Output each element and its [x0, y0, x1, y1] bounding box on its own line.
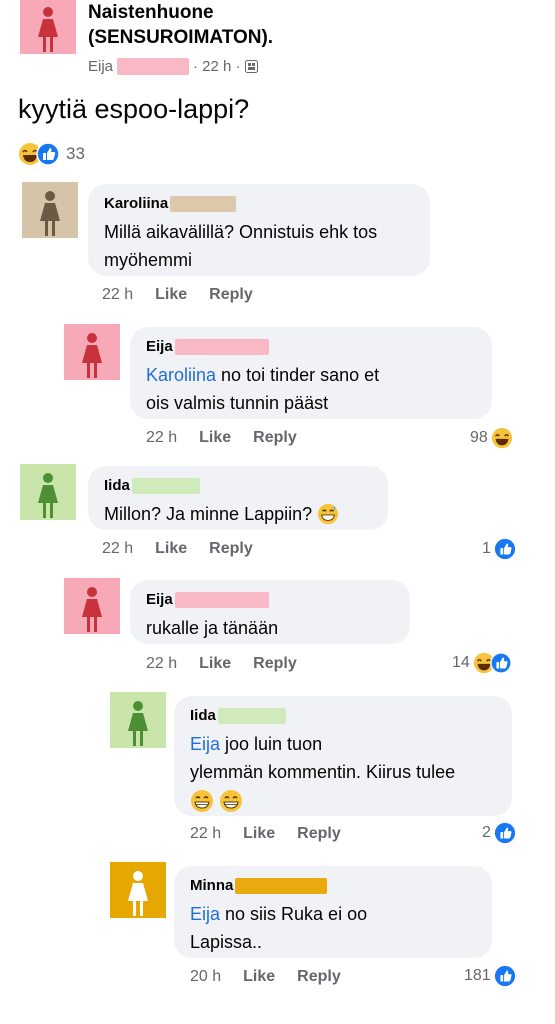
female-figure-icon [38, 473, 58, 518]
like-thumb-icon [494, 965, 515, 987]
comment-bubble[interactable]: Minna Eija no siis Ruka ei oo Lapissa.. [174, 866, 492, 958]
comment-time[interactable]: 22 h [102, 540, 133, 558]
like-button[interactable]: Like [155, 286, 187, 304]
commenter-avatar[interactable] [22, 182, 78, 238]
reply-button[interactable]: Reply [253, 655, 297, 673]
comment-actions: 20 h Like Reply [190, 968, 363, 986]
redacted-surname [174, 592, 269, 608]
female-figure-icon [40, 191, 60, 236]
comment-reactions[interactable]: 14 [452, 652, 512, 674]
comment-time[interactable]: 22 h [190, 825, 221, 843]
comment-text: Millon? Ja minne Lappiin? [104, 500, 372, 528]
comment-bubble[interactable]: Eija Karoliina no toi tinder sano et ois … [130, 327, 492, 419]
comment-author[interactable]: Karoliina [104, 194, 168, 214]
mention-link[interactable]: Karoliina [146, 365, 216, 385]
female-figure-icon [38, 7, 58, 52]
mention-link[interactable]: Eija [190, 904, 220, 924]
comment-author[interactable]: Iida [190, 706, 216, 726]
comment-time[interactable]: 20 h [190, 968, 221, 986]
post-text: kyytiä espoo-lappi? [18, 94, 250, 124]
redacted-surname [117, 58, 190, 75]
redacted-surname [170, 196, 237, 212]
comment-author[interactable]: Eija [146, 590, 173, 610]
comment-actions: 22 h Like Reply [190, 825, 363, 843]
like-button[interactable]: Like [155, 540, 187, 558]
comment-bubble[interactable]: Iida Millon? Ja minne Lappiin? [88, 466, 388, 530]
comment-time[interactable]: 22 h [146, 429, 177, 447]
reply-button[interactable]: Reply [253, 429, 297, 447]
like-thumb-icon [36, 142, 60, 166]
redacted-surname [217, 708, 286, 724]
reaction-count: 98 [470, 429, 488, 446]
post-author[interactable]: Eija [88, 58, 113, 75]
post-reaction-count: 33 [66, 144, 85, 163]
like-button[interactable]: Like [243, 825, 275, 843]
like-button[interactable]: Like [199, 655, 231, 673]
reply-button[interactable]: Reply [209, 286, 253, 304]
comment-reactions[interactable]: 1 [482, 538, 516, 560]
reply-button[interactable]: Reply [297, 968, 341, 986]
redacted-surname [174, 339, 269, 355]
reply-button[interactable]: Reply [209, 540, 253, 558]
comment-actions: 22 h Like Reply [102, 540, 275, 558]
group-avatar[interactable] [20, 0, 76, 54]
comment-bubble[interactable]: Iida Eija joo luin tuon ylemmän kommentin… [174, 696, 512, 816]
like-thumb-icon [494, 822, 515, 844]
like-button[interactable]: Like [243, 968, 275, 986]
mention-link[interactable]: Eija [190, 734, 220, 754]
commenter-avatar[interactable] [20, 464, 76, 520]
comment-author[interactable]: Minna [190, 876, 233, 896]
laugh-emoji-icon [491, 427, 512, 449]
redacted-surname [131, 478, 200, 494]
reaction-count: 1 [482, 540, 491, 557]
reaction-count: 2 [482, 824, 491, 841]
reaction-count: 14 [452, 654, 470, 671]
comment-author[interactable]: Eija [146, 337, 173, 357]
comment-actions: 22 h Like Reply [102, 286, 275, 304]
like-button[interactable]: Like [199, 429, 231, 447]
reaction-count: 181 [464, 967, 491, 984]
comment-reactions[interactable]: 2 [482, 822, 516, 844]
like-thumb-icon [490, 652, 512, 674]
post-time[interactable]: · 22 h · [193, 58, 241, 75]
female-figure-icon [82, 587, 102, 632]
post-meta: Eija · 22 h · [88, 58, 258, 75]
grin-sweat-emoji-icon [318, 503, 339, 525]
comment-text: rukalle ja tänään [146, 618, 279, 638]
comment-reactions[interactable]: 181 [464, 965, 516, 987]
comment-text: Eija joo luin tuon ylemmän kommentin. Kii… [190, 730, 496, 814]
comment-bubble[interactable]: Karoliina Millä aikavälillä? Onnistuis e… [88, 184, 430, 276]
post-reactions[interactable]: 33 [18, 142, 85, 166]
beaming-smile-emoji-icon [191, 790, 213, 813]
comment-reactions[interactable]: 98 [470, 427, 513, 449]
commenter-avatar[interactable] [110, 862, 166, 918]
comment-time[interactable]: 22 h [102, 286, 133, 304]
comment-text: Eija no siis Ruka ei oo Lapissa.. [190, 904, 368, 952]
comment-time[interactable]: 22 h [146, 655, 177, 673]
comment-text: Karoliina no toi tinder sano et ois valmi… [146, 365, 380, 413]
comment-text: Millä aikavälillä? Onnistuis ehk tos myöh… [104, 222, 378, 270]
comment-actions: 22 h Like Reply [146, 655, 319, 673]
commenter-avatar[interactable] [64, 578, 120, 634]
female-figure-icon [128, 871, 148, 916]
comment-actions: 22 h Like Reply [146, 429, 319, 447]
female-figure-icon [128, 701, 148, 746]
beaming-smile-emoji-icon [220, 790, 243, 813]
comment-author[interactable]: Iida [104, 476, 130, 496]
female-figure-icon [82, 333, 102, 378]
like-thumb-icon [494, 538, 515, 560]
reply-button[interactable]: Reply [297, 825, 341, 843]
commenter-avatar[interactable] [64, 324, 120, 380]
comment-bubble[interactable]: Eija rukalle ja tänään [130, 580, 410, 644]
redacted-surname [235, 878, 328, 894]
commenter-avatar[interactable] [110, 692, 166, 748]
globe-icon [244, 60, 258, 73]
group-name[interactable]: Naistenhuone (SENSUROIMATON). [88, 0, 388, 50]
